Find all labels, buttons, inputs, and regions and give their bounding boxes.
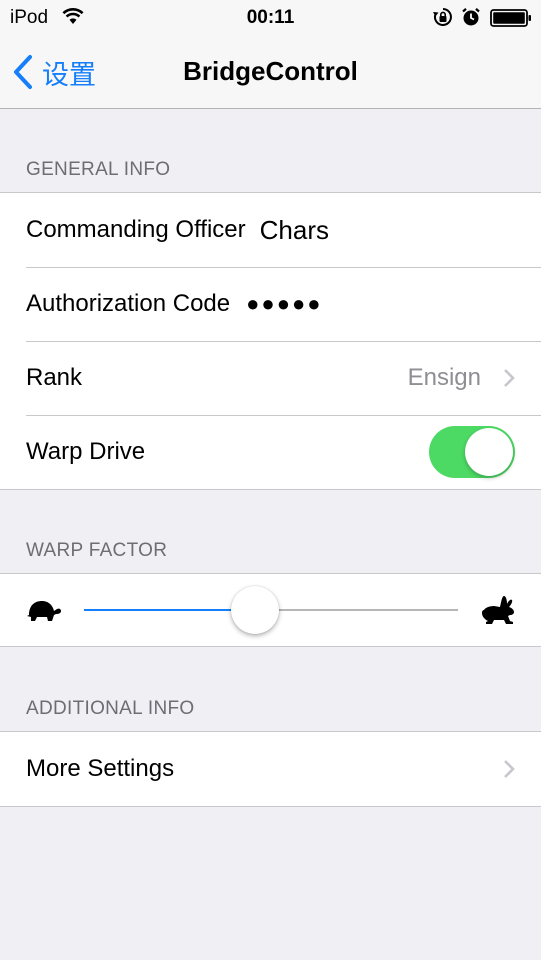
rank-value: Ensign (407, 364, 481, 391)
authorization-code-field[interactable]: ●●●●● (246, 291, 322, 317)
warp-factor-slider-thumb[interactable] (230, 586, 279, 634)
authorization-code-row[interactable]: Authorization Code ●●●●● (0, 267, 541, 341)
turtle-icon (26, 597, 62, 628)
status-bar: iPod 00:11 (0, 0, 541, 36)
chevron-right-icon (504, 369, 515, 387)
warp-drive-row: Warp Drive (0, 415, 541, 489)
more-settings-row[interactable]: More Settings (0, 732, 541, 806)
warp-drive-label: Warp Drive (26, 438, 146, 465)
additional-info-group: More Settings (0, 731, 541, 807)
commanding-officer-row[interactable]: Commanding Officer Chars (0, 193, 541, 267)
authorization-code-label: Authorization Code (26, 290, 231, 317)
more-settings-label: More Settings (26, 755, 175, 782)
warp-drive-toggle[interactable] (429, 426, 515, 478)
orientation-lock-icon (432, 7, 454, 33)
alarm-icon (461, 7, 481, 33)
general-info-group: Commanding Officer Chars Authorization C… (0, 192, 541, 490)
battery-icon (490, 9, 532, 33)
rank-label: Rank (26, 364, 83, 391)
toggle-knob (465, 428, 513, 476)
section-header-additional-info: ADDITIONAL INFO (26, 698, 195, 719)
commanding-officer-field[interactable]: Chars (260, 215, 329, 246)
section-header-general-info: GENERAL INFO (26, 159, 171, 180)
warp-factor-track-fill (84, 609, 255, 611)
warp-factor-slider-row (0, 574, 541, 646)
page-title: BridgeControl (183, 56, 358, 86)
rank-row[interactable]: Rank Ensign (0, 341, 541, 415)
commanding-officer-label: Commanding Officer (26, 216, 246, 243)
navigation-bar: 设置 BridgeControl (0, 36, 541, 109)
section-header-warp-factor: WARP FACTOR (26, 540, 168, 561)
chevron-right-icon (504, 760, 515, 778)
status-time: 00:11 (246, 7, 295, 28)
warp-factor-group (0, 573, 541, 647)
rabbit-icon (480, 594, 516, 631)
